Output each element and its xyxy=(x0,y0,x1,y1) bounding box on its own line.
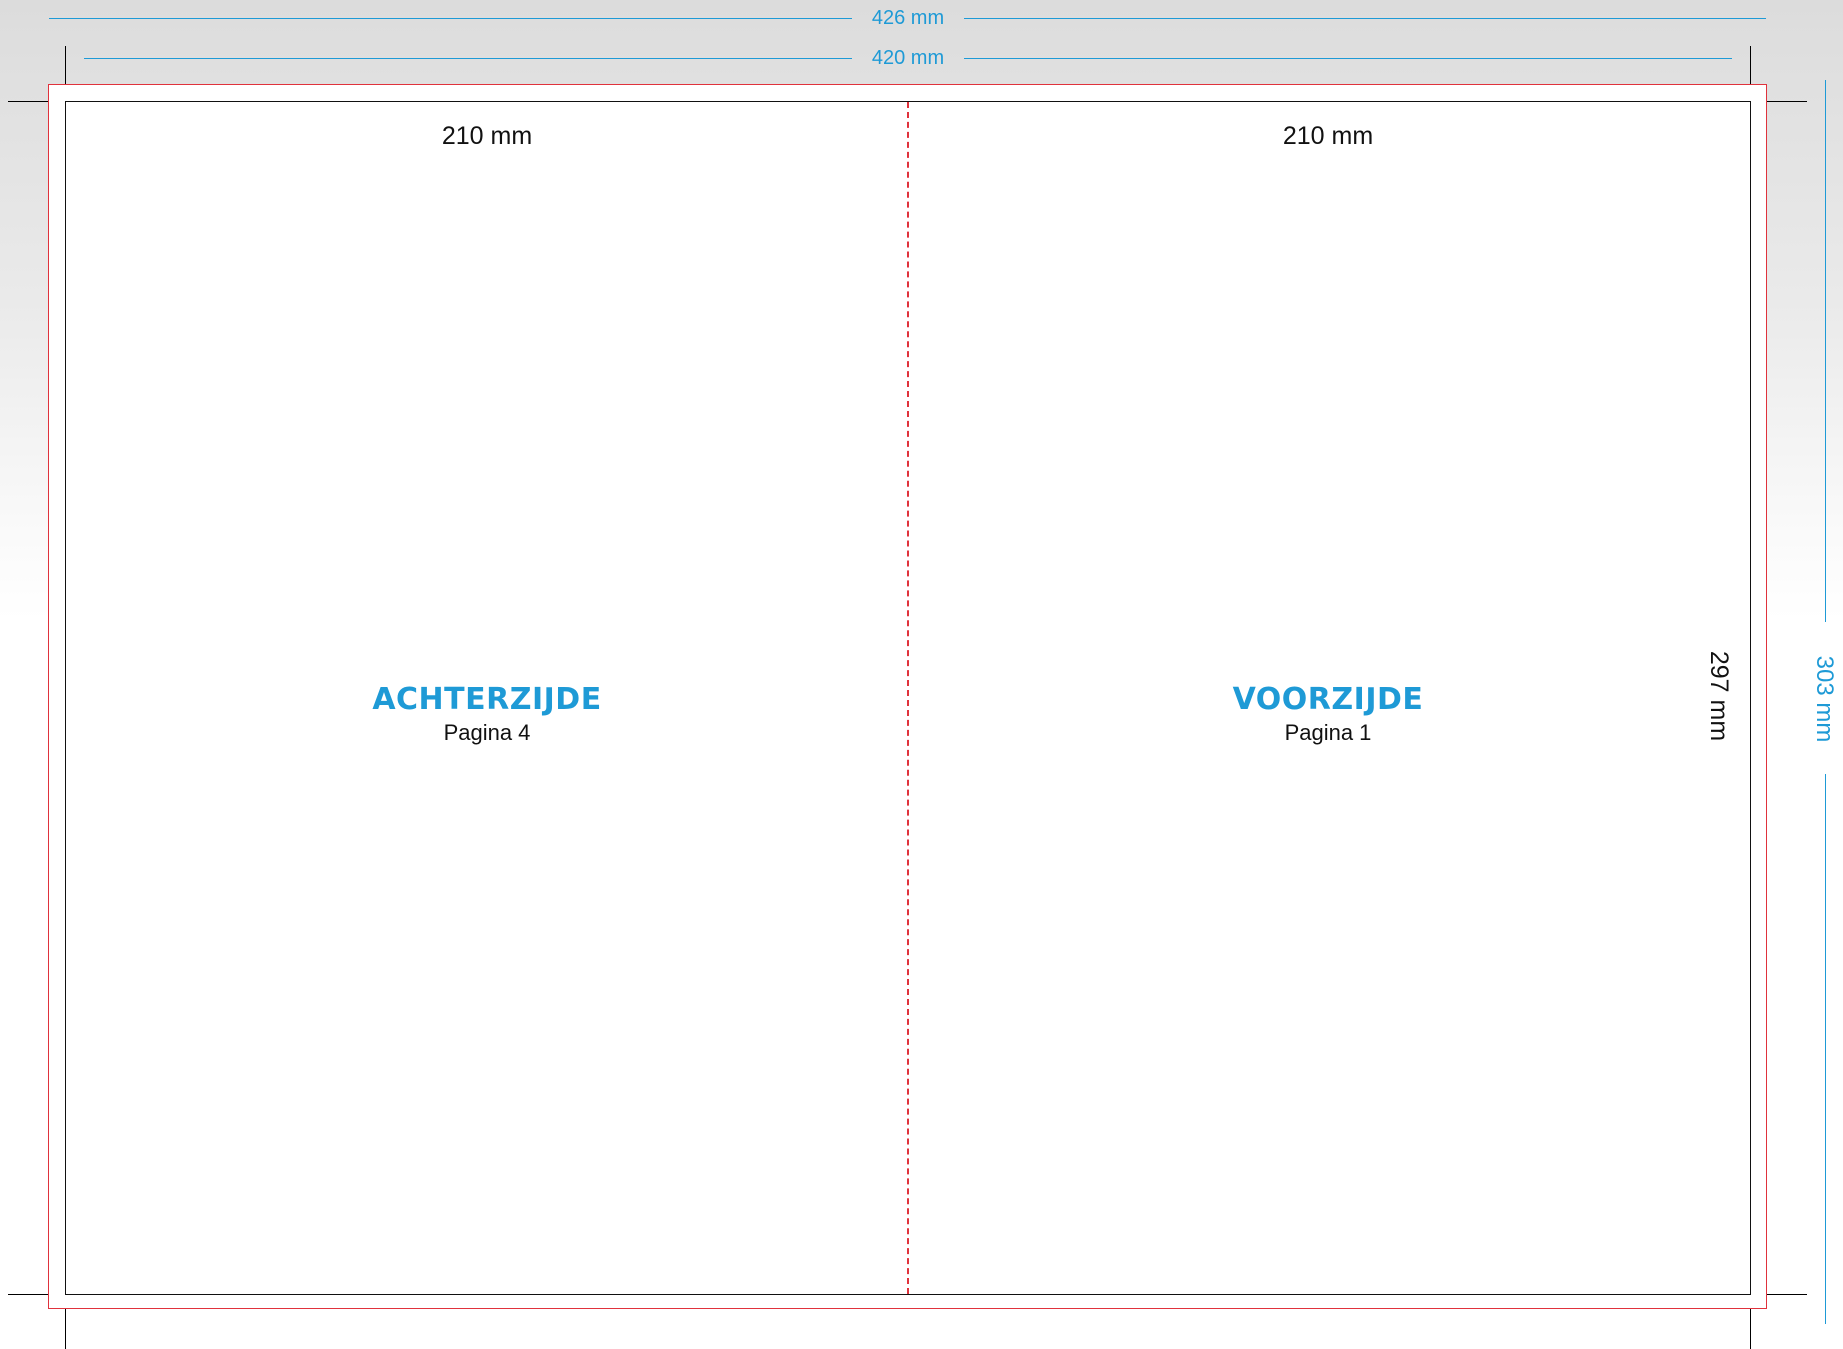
trim-width-dimension-line-left xyxy=(84,58,852,59)
front-panel-subtitle: Pagina 1 xyxy=(1284,720,1372,745)
trim-width-dimension-line-right xyxy=(964,58,1732,59)
trim-height-label: 297 mm xyxy=(1705,650,1733,742)
bleed-height-dimension-line-bottom xyxy=(1825,774,1826,1324)
crop-mark-right-bottom xyxy=(1760,1294,1807,1295)
crop-mark-right-top xyxy=(1760,101,1807,102)
crop-mark-bottom-right xyxy=(1750,1307,1751,1349)
crop-mark-top-left xyxy=(65,46,66,88)
front-panel-title: VOORZIJDE xyxy=(1232,682,1424,717)
crop-mark-bottom-left xyxy=(65,1307,66,1349)
crop-mark-top-right xyxy=(1750,46,1751,88)
left-panel-width-label: 210 mm xyxy=(441,122,533,150)
trim-width-label: 420 mm xyxy=(871,47,945,69)
back-panel-subtitle: Pagina 4 xyxy=(443,720,531,745)
right-panel-width-label: 210 mm xyxy=(1282,122,1374,150)
fold-line xyxy=(907,102,909,1294)
bleed-width-label: 426 mm xyxy=(871,7,945,29)
bleed-height-dimension-line-top xyxy=(1825,80,1826,622)
bleed-height-label: 303 mm xyxy=(1811,655,1838,743)
bleed-width-dimension-line-right xyxy=(964,18,1766,19)
back-panel-title: ACHTERZIJDE xyxy=(372,682,602,717)
bleed-width-dimension-line-left xyxy=(49,18,852,19)
